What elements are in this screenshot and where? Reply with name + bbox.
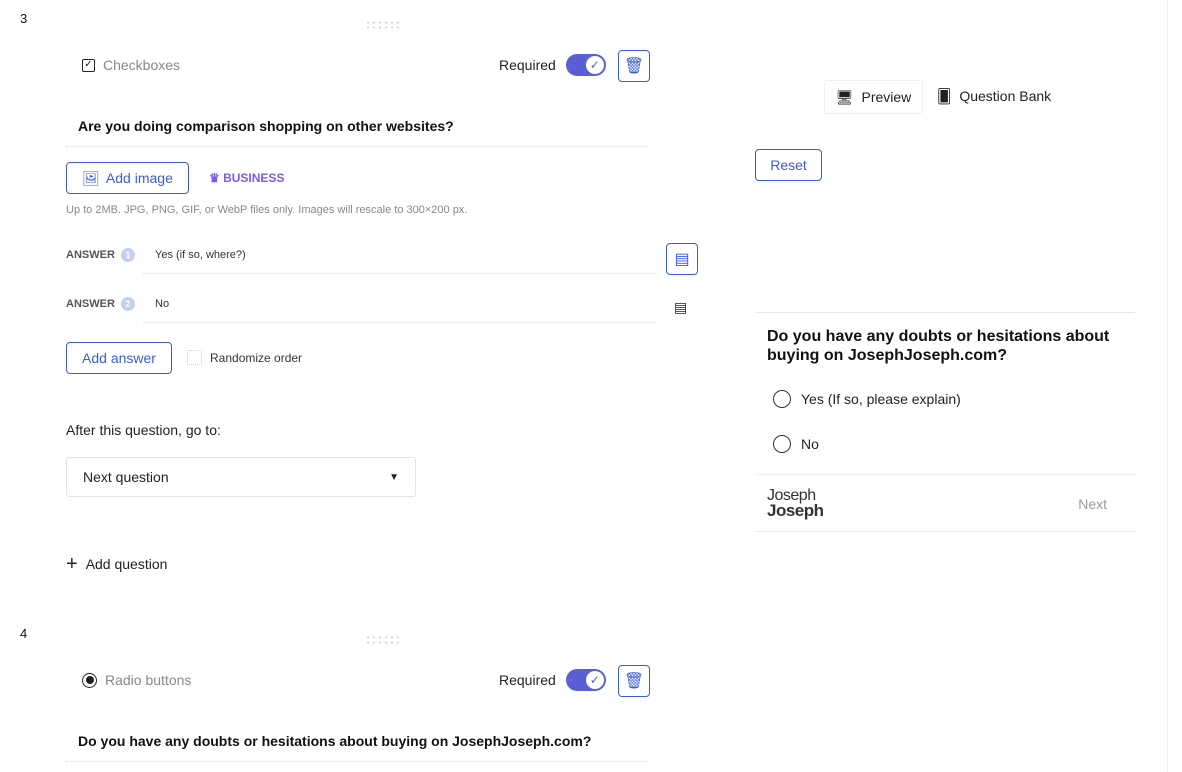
trash-icon: 🗑 <box>623 673 645 690</box>
add-image-label: Add image <box>105 170 173 186</box>
logo-line2: Joseph <box>767 501 824 520</box>
randomize-checkbox[interactable] <box>187 350 202 365</box>
question-bank-label: Question Bank <box>959 88 1052 104</box>
question-number: 3 <box>20 11 28 26</box>
preview-option[interactable]: Yes (If so, please explain) <box>773 390 961 408</box>
answer-label: ANSWER <box>66 249 115 261</box>
answer-input[interactable]: No <box>143 298 658 323</box>
crown-icon: ♛ <box>209 171 224 185</box>
reset-button[interactable]: Reset <box>755 149 822 181</box>
question-type-label: Radio buttons <box>105 672 192 688</box>
question-type[interactable]: ✓ Checkboxes <box>82 57 180 73</box>
randomize-label: Randomize order <box>210 350 303 365</box>
option-label: Yes (If so, please explain) <box>801 391 961 407</box>
image-hint: Up to 2MB. JPG, PNG, GIF, or WebP files … <box>66 204 468 216</box>
add-question-label: Add question <box>85 556 168 572</box>
preview-card: Do you have any doubts or hesitations ab… <box>756 312 1135 532</box>
required-label: Required <box>499 57 556 73</box>
answer-number: 2 <box>120 297 135 311</box>
goto-select[interactable]: Next question ▼ <box>66 457 416 497</box>
goto-label: After this question, go to: <box>66 422 221 438</box>
plus-icon: + <box>66 553 78 575</box>
question-type[interactable]: Radio buttons <box>82 672 191 688</box>
required-toggle[interactable] <box>565 54 606 76</box>
comment-button[interactable]: ▤ <box>666 243 698 275</box>
preview-option[interactable]: No <box>773 435 819 453</box>
drag-handle[interactable] <box>365 20 401 30</box>
radio-icon <box>773 390 791 408</box>
brand-logo: Joseph Joseph <box>767 488 824 520</box>
radio-icon <box>773 435 791 453</box>
comment-icon: ▤ <box>674 251 690 268</box>
business-badge[interactable]: ♛ BUSINESS <box>209 171 284 185</box>
cards-icon: 🂠 <box>937 88 952 104</box>
question-text[interactable]: Are you doing comparison shopping on oth… <box>66 118 650 147</box>
add-answer-button[interactable]: Add answer <box>66 342 172 374</box>
image-icon: 🖼 <box>82 169 100 186</box>
preview-button[interactable]: 🖥 Preview <box>824 80 923 114</box>
preview-label: Preview <box>861 89 912 105</box>
radio-icon <box>82 672 97 688</box>
required-toggle[interactable] <box>565 669 606 691</box>
answer-input[interactable]: Yes (if so, where?) <box>143 249 658 274</box>
divider <box>1167 0 1168 772</box>
question-bank-button[interactable]: 🂠 Question Bank <box>937 88 1051 105</box>
business-label: BUSINESS <box>223 171 285 185</box>
required-label: Required <box>499 672 556 688</box>
answer-label: ANSWER <box>66 298 115 310</box>
add-question-button[interactable]: + Add question <box>66 553 168 575</box>
preview-question: Do you have any doubts or hesitations ab… <box>767 328 1110 364</box>
dropdown-arrow-icon: ▼ <box>389 471 399 483</box>
option-label: No <box>801 436 819 452</box>
goto-value: Next question <box>83 469 169 485</box>
checkbox-icon: ✓ <box>82 58 95 72</box>
question-text[interactable]: Do you have any doubts or hesitations ab… <box>66 733 650 762</box>
delete-button[interactable]: 🗑 <box>618 665 650 697</box>
trash-icon: 🗑 <box>623 58 645 75</box>
answer-number: 1 <box>120 248 135 262</box>
monitor-icon: 🖥 <box>835 88 854 105</box>
question-number: 4 <box>20 626 28 641</box>
question-type-label: Checkboxes <box>103 57 181 73</box>
delete-button[interactable]: 🗑 <box>618 50 650 82</box>
comment-icon[interactable]: ▤ <box>674 299 687 316</box>
add-image-button[interactable]: 🖼 Add image <box>66 162 189 194</box>
next-button[interactable]: Next <box>1078 496 1107 512</box>
drag-handle[interactable] <box>365 635 401 645</box>
